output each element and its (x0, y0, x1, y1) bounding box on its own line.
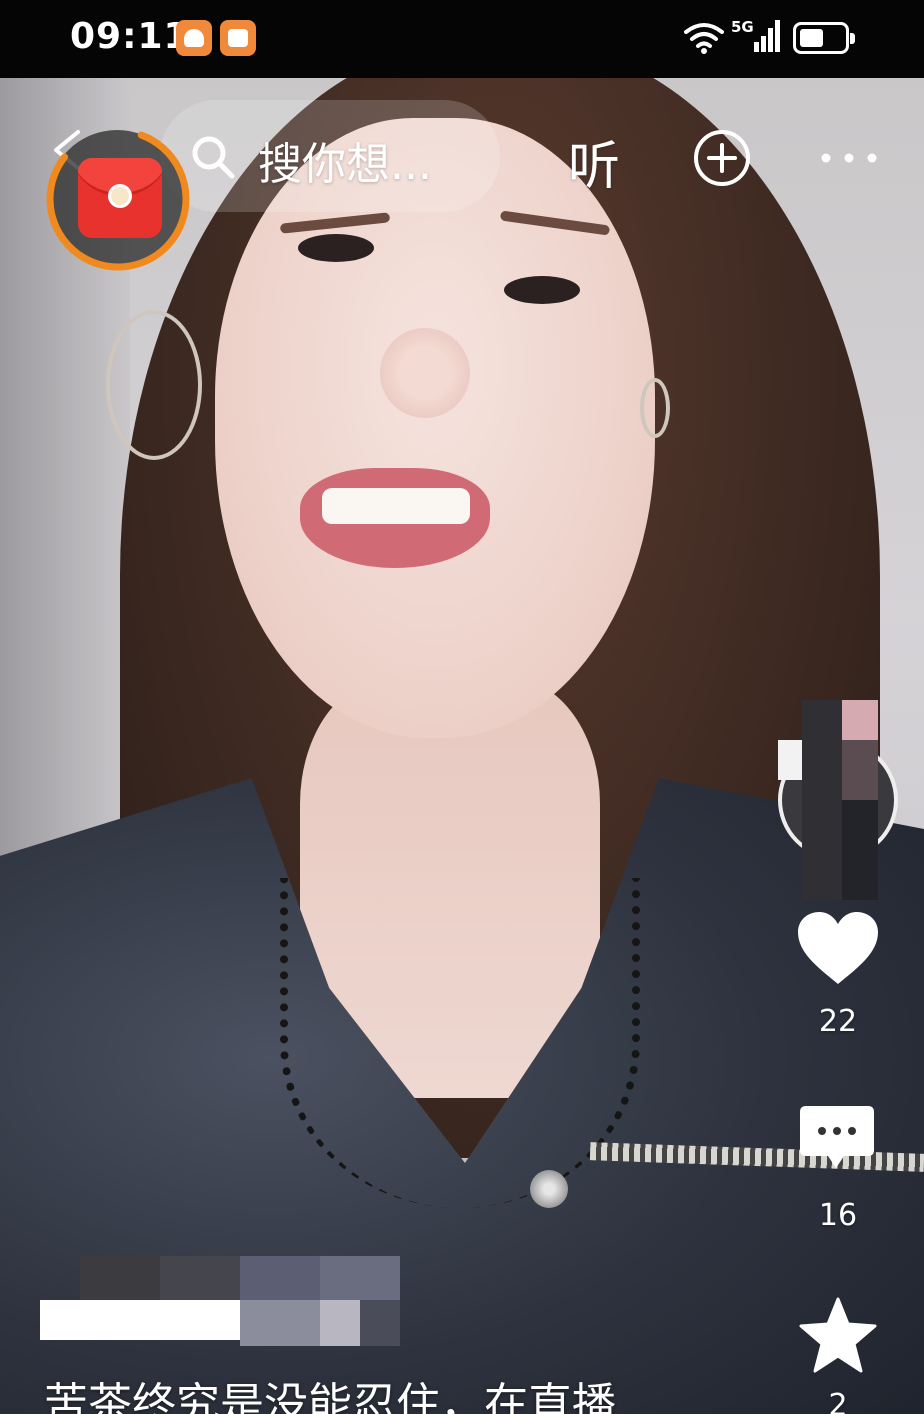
add-icon[interactable] (692, 128, 752, 188)
red-packet-icon[interactable] (78, 158, 162, 238)
favorite-star-icon[interactable] (798, 1296, 878, 1374)
search-input[interactable]: 搜你想... (258, 128, 432, 192)
status-time: 09:11 (70, 16, 190, 57)
listen-button[interactable]: 听 (568, 124, 620, 199)
battery-icon (793, 22, 855, 54)
status-bar: 09:11 5G (0, 0, 924, 78)
comment-icon[interactable] (798, 1104, 876, 1174)
like-heart-icon[interactable] (796, 910, 880, 986)
red-packet-widget[interactable] (46, 126, 196, 276)
video-caption[interactable]: 苦茶终究是没能忍住，在直播 (44, 1368, 616, 1414)
more-icon[interactable] (818, 150, 880, 166)
comment-count: 16 (818, 1198, 858, 1233)
search-icon[interactable] (190, 134, 236, 180)
author-name-bar[interactable] (40, 1300, 240, 1340)
app-notification-icon (220, 20, 256, 56)
avatar[interactable] (778, 700, 898, 900)
like-count: 22 (818, 1004, 858, 1039)
signal-icon (754, 20, 780, 52)
battery-level (800, 29, 823, 47)
wifi-icon (684, 23, 724, 54)
app-notification-icon (176, 20, 212, 56)
favorite-count: 2 (828, 1388, 848, 1414)
